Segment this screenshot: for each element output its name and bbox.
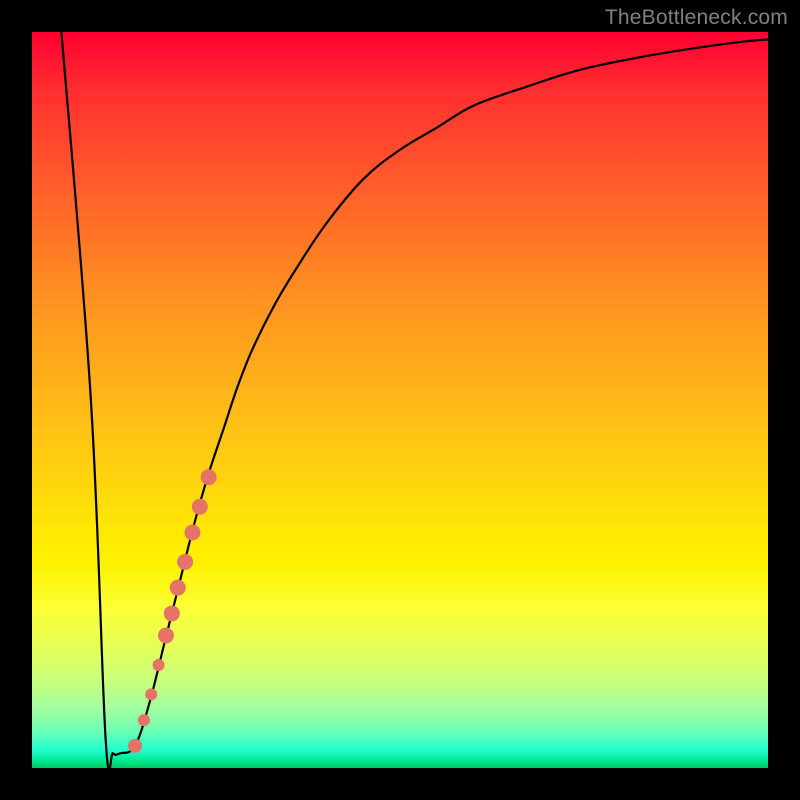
- data-marker: [128, 739, 142, 753]
- data-marker: [192, 499, 208, 515]
- data-marker: [201, 469, 217, 485]
- data-marker: [184, 524, 200, 540]
- data-marker: [177, 554, 193, 570]
- data-marker: [138, 714, 150, 726]
- bottleneck-curve-path: [61, 32, 768, 768]
- watermark-text: TheBottleneck.com: [605, 6, 788, 30]
- plot-area: [32, 32, 768, 768]
- data-marker: [145, 688, 157, 700]
- data-marker: [153, 659, 165, 671]
- data-marker: [158, 628, 174, 644]
- marker-group: [128, 469, 217, 753]
- chart-frame: TheBottleneck.com: [0, 0, 800, 800]
- data-marker: [164, 605, 180, 621]
- chart-svg: [32, 32, 768, 768]
- data-marker: [170, 580, 186, 596]
